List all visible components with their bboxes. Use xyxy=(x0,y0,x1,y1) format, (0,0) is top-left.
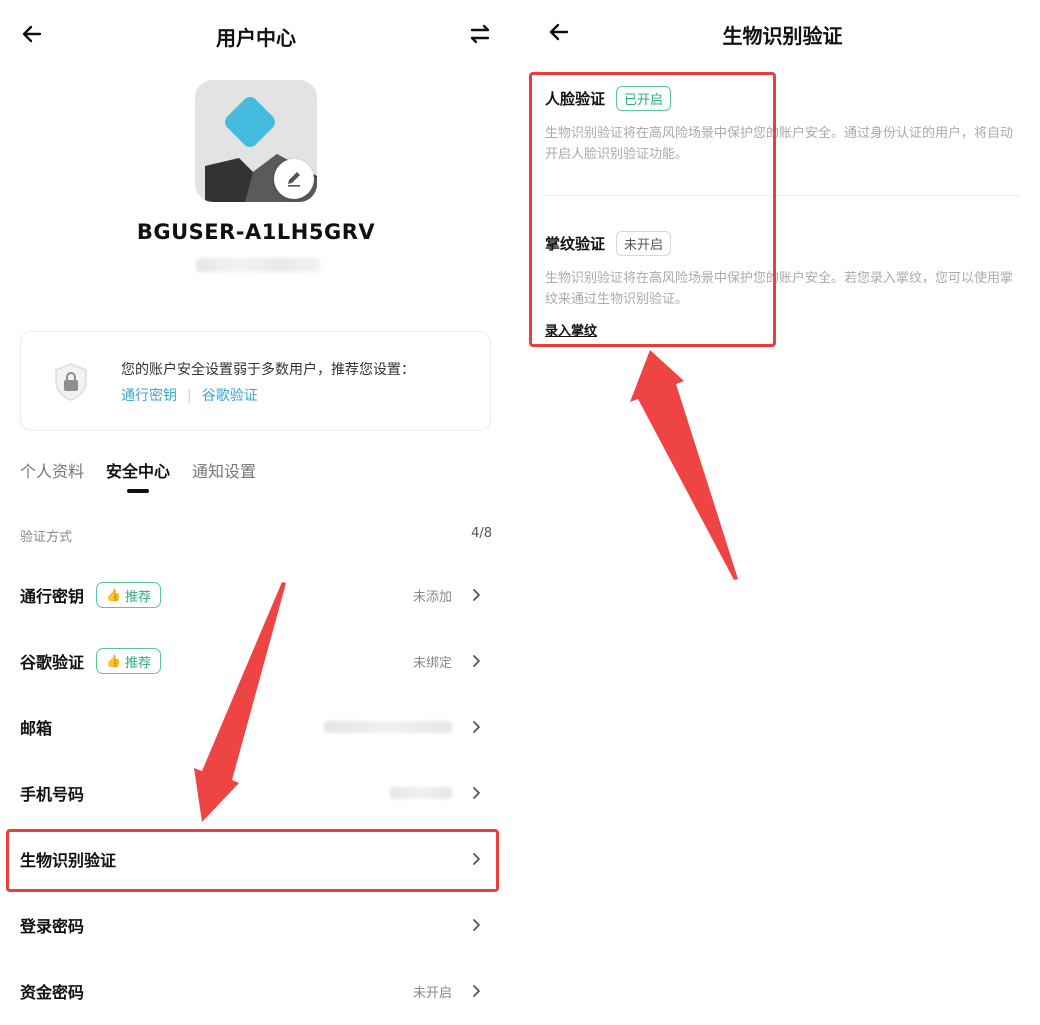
google-auth-link[interactable]: 谷歌验证 xyxy=(202,388,258,404)
chevron-right-icon xyxy=(468,719,484,735)
verification-section-header: 验证方式 4/8 xyxy=(20,526,492,545)
chevron-right-icon xyxy=(468,917,484,933)
switch-icon[interactable] xyxy=(467,22,493,46)
page-title: 生物识别验证 xyxy=(722,24,843,48)
security-links: 通行密钥 | 谷歌验证 xyxy=(121,385,258,405)
badge-label: 推荐 xyxy=(124,655,151,671)
row-email[interactable]: 邮箱 xyxy=(20,712,486,742)
row-passkey[interactable]: 通行密钥 👍 推荐 未添加 xyxy=(20,580,486,610)
row-google-auth[interactable]: 谷歌验证 👍 推荐 未绑定 xyxy=(20,646,486,676)
row-label: 通行密钥 xyxy=(20,587,85,606)
tab-security[interactable]: 安全中心 xyxy=(106,458,170,482)
passkey-link[interactable]: 通行密钥 xyxy=(121,388,177,404)
recommend-badge: 👍 推荐 xyxy=(96,648,161,674)
link-separator: | xyxy=(187,388,192,404)
chevron-right-icon xyxy=(468,587,484,603)
username: BGUSER-A1LH5GRV xyxy=(136,220,376,244)
tab-notifications[interactable]: 通知设置 xyxy=(192,458,256,482)
chevron-right-icon xyxy=(468,785,484,801)
tab-bar: 个人资料 安全中心 通知设置 xyxy=(20,458,278,482)
biometric-verification-screen: 生物识别验证 人脸验证 已开启 生物识别验证将在高风险场景中保护您的账户安全。通… xyxy=(525,0,1040,655)
thumbs-up-icon: 👍 xyxy=(106,588,121,602)
user-center-screen: 用户中心 BGUSER-A1LH5GRV 您的账户安全设置弱于多数用户，推荐您设… xyxy=(0,0,512,1025)
security-recommendation-card: 您的账户安全设置弱于多数用户，推荐您设置： 通行密钥 | 谷歌验证 xyxy=(20,331,491,431)
page-title: 用户中心 xyxy=(216,26,296,50)
edit-icon xyxy=(285,170,303,188)
section-count: 4/8 xyxy=(471,526,492,541)
row-label: 登录密码 xyxy=(20,917,85,936)
pane-gap xyxy=(512,0,525,1025)
redacted-user-id xyxy=(196,258,320,272)
section-title: 验证方式 xyxy=(20,530,73,545)
row-label: 邮箱 xyxy=(20,719,53,738)
biometric-options-highlight-box xyxy=(529,72,776,347)
chevron-right-icon xyxy=(468,983,484,999)
row-label: 资金密码 xyxy=(20,983,85,1002)
row-label: 手机号码 xyxy=(20,785,85,804)
redacted-email xyxy=(324,721,452,733)
row-status: 未添加 xyxy=(412,589,452,605)
row-status: 未绑定 xyxy=(412,655,452,671)
row-status: 未开启 xyxy=(412,985,452,1001)
redacted-phone xyxy=(390,787,452,799)
row-phone[interactable]: 手机号码 xyxy=(20,778,486,808)
thumbs-up-icon: 👍 xyxy=(106,654,121,668)
biometric-highlight-box xyxy=(6,829,499,892)
row-label: 谷歌验证 xyxy=(20,653,85,672)
chevron-right-icon xyxy=(468,653,484,669)
shield-lock-icon xyxy=(53,362,89,402)
edit-avatar-button[interactable] xyxy=(274,159,314,199)
row-fund-password[interactable]: 资金密码 未开启 xyxy=(20,976,486,1006)
badge-label: 推荐 xyxy=(124,589,151,605)
row-login-password[interactable]: 登录密码 xyxy=(20,910,486,940)
recommend-badge: 👍 推荐 xyxy=(96,582,161,608)
security-message: 您的账户安全设置弱于多数用户，推荐您设置： xyxy=(121,362,415,378)
tab-profile[interactable]: 个人资料 xyxy=(20,458,84,482)
